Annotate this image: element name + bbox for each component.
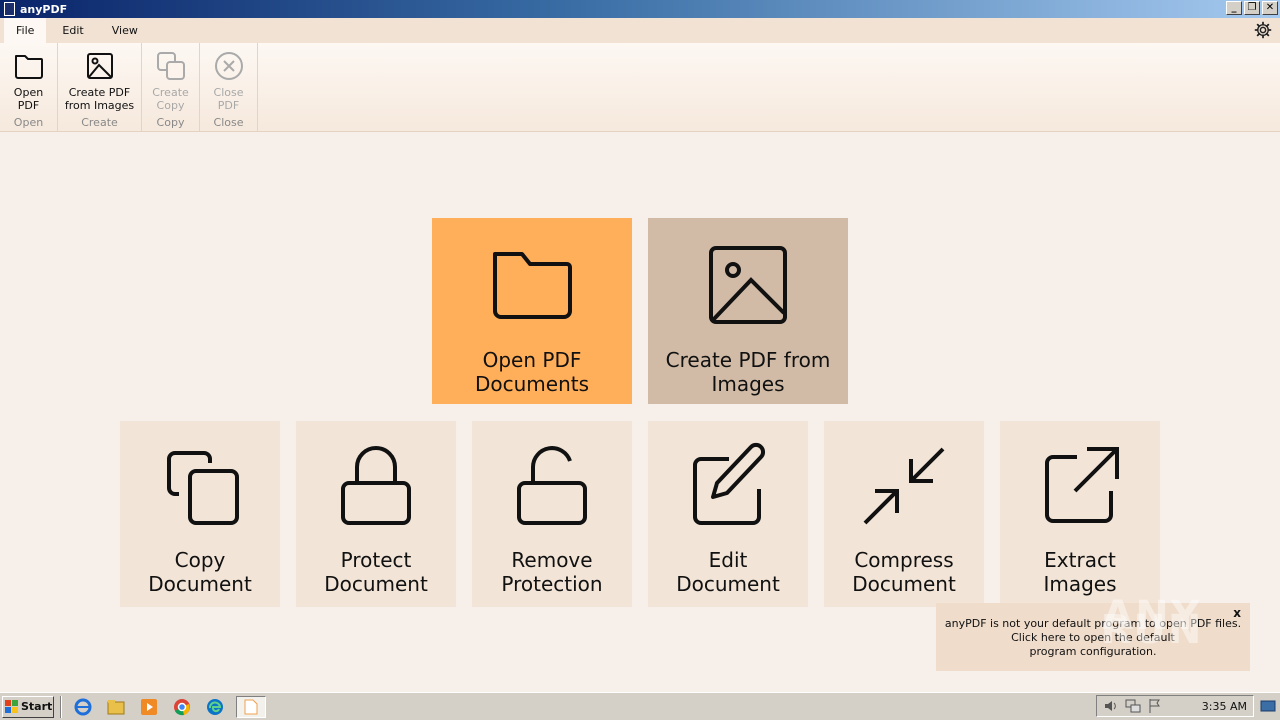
open-pdf-tile-label: Open PDF Documents bbox=[474, 348, 590, 396]
taskbar-separator bbox=[60, 695, 62, 718]
ribbon-close-pdf-button[interactable]: Close PDF Close bbox=[200, 43, 258, 131]
ribbon: Open PDF Open Create PDF from Images Creat… bbox=[0, 43, 1280, 132]
image-icon bbox=[86, 53, 113, 79]
compress-document-tile[interactable]: Compress Document bbox=[824, 421, 984, 607]
copy-document-tile[interactable]: Copy Document bbox=[120, 421, 280, 607]
extract-images-tile[interactable]: Extract Images bbox=[1000, 421, 1160, 607]
show-desktop-icon[interactable] bbox=[1260, 698, 1276, 714]
tab-edit[interactable]: Edit bbox=[50, 18, 95, 43]
system-tray: 3:35 AM bbox=[1096, 695, 1254, 717]
restore-button[interactable]: ❐ bbox=[1244, 1, 1260, 15]
create-pdf-tile[interactable]: Create PDF from Images bbox=[648, 218, 848, 404]
ribbon-create-copy-button[interactable]: Create Copy Copy bbox=[142, 43, 200, 131]
create-pdf-tile-label: Create PDF from Images bbox=[665, 348, 831, 396]
clock[interactable]: 3:35 AM bbox=[1202, 700, 1247, 713]
menu-bar: File Edit View bbox=[0, 18, 1280, 43]
compress-icon bbox=[863, 447, 945, 525]
copy-document-label: Copy Document bbox=[148, 548, 252, 596]
ribbon-group-copy: Copy bbox=[156, 116, 185, 129]
folder-icon bbox=[493, 252, 572, 319]
close-button[interactable]: ✕ bbox=[1262, 1, 1278, 15]
image-icon bbox=[709, 246, 787, 324]
protect-document-tile[interactable]: Protect Document bbox=[296, 421, 456, 607]
volume-icon[interactable] bbox=[1103, 698, 1119, 714]
window-title: anyPDF bbox=[20, 2, 68, 16]
external-link-icon bbox=[1045, 447, 1119, 523]
gear-icon[interactable] bbox=[1254, 21, 1272, 39]
title-bar: anyPDF _ ❐ ✕ bbox=[0, 0, 1280, 18]
ribbon-open-pdf-label: Open PDF bbox=[13, 86, 44, 112]
tab-view[interactable]: View bbox=[100, 18, 150, 43]
ribbon-group-open: Open bbox=[13, 116, 44, 129]
start-button[interactable]: Start bbox=[2, 695, 54, 718]
compress-document-label: Compress Document bbox=[852, 548, 956, 596]
taskbar: Start 3:35 AM bbox=[0, 692, 1280, 720]
unlock-icon bbox=[517, 446, 587, 525]
ribbon-create-pdf-button[interactable]: Create PDF from Images Create bbox=[58, 43, 142, 131]
media-player-icon[interactable] bbox=[137, 696, 161, 718]
default-program-notification[interactable]: ANY RUN x anyPDF is not your default pro… bbox=[936, 593, 1250, 671]
watermark-logo: ANY RUN bbox=[1100, 593, 1204, 653]
action-center-flag-icon[interactable] bbox=[1147, 698, 1163, 714]
copy-icon bbox=[167, 451, 239, 525]
folder-icon bbox=[14, 55, 43, 79]
ribbon-group-close: Close bbox=[213, 116, 244, 129]
extract-images-label: Extract Images bbox=[1043, 548, 1117, 596]
close-circle-icon bbox=[214, 52, 243, 80]
lock-icon bbox=[341, 446, 411, 525]
anypdf-taskbar-button[interactable] bbox=[236, 695, 266, 718]
ribbon-group-create: Create bbox=[81, 116, 118, 129]
copy-icon bbox=[156, 52, 185, 80]
file-explorer-icon[interactable] bbox=[104, 696, 128, 718]
chrome-icon[interactable] bbox=[170, 696, 194, 718]
ribbon-create-pdf-label: Create PDF from Images bbox=[64, 86, 135, 112]
notification-close-button[interactable]: x bbox=[1233, 606, 1241, 620]
protect-document-label: Protect Document bbox=[324, 548, 428, 596]
open-pdf-tile[interactable]: Open PDF Documents bbox=[432, 218, 632, 404]
ribbon-create-copy-label: Create Copy bbox=[152, 86, 189, 112]
start-label: Start bbox=[21, 700, 53, 713]
tab-file[interactable]: File bbox=[4, 18, 47, 43]
network-icon[interactable] bbox=[1125, 698, 1141, 714]
edit-document-label: Edit Document bbox=[676, 548, 780, 596]
internet-explorer-icon[interactable] bbox=[71, 696, 95, 718]
remove-protection-tile[interactable]: Remove Protection bbox=[472, 421, 632, 607]
app-icon bbox=[4, 2, 15, 16]
windows-logo-icon bbox=[5, 699, 18, 713]
edit-icon bbox=[693, 442, 766, 525]
ribbon-close-pdf-label: Close PDF bbox=[213, 86, 244, 112]
ribbon-open-pdf-button[interactable]: Open PDF Open bbox=[0, 43, 58, 131]
minimize-button[interactable]: _ bbox=[1226, 1, 1242, 15]
edit-document-tile[interactable]: Edit Document bbox=[648, 421, 808, 607]
edge-icon[interactable] bbox=[203, 696, 227, 718]
remove-protection-label: Remove Protection bbox=[501, 548, 603, 596]
